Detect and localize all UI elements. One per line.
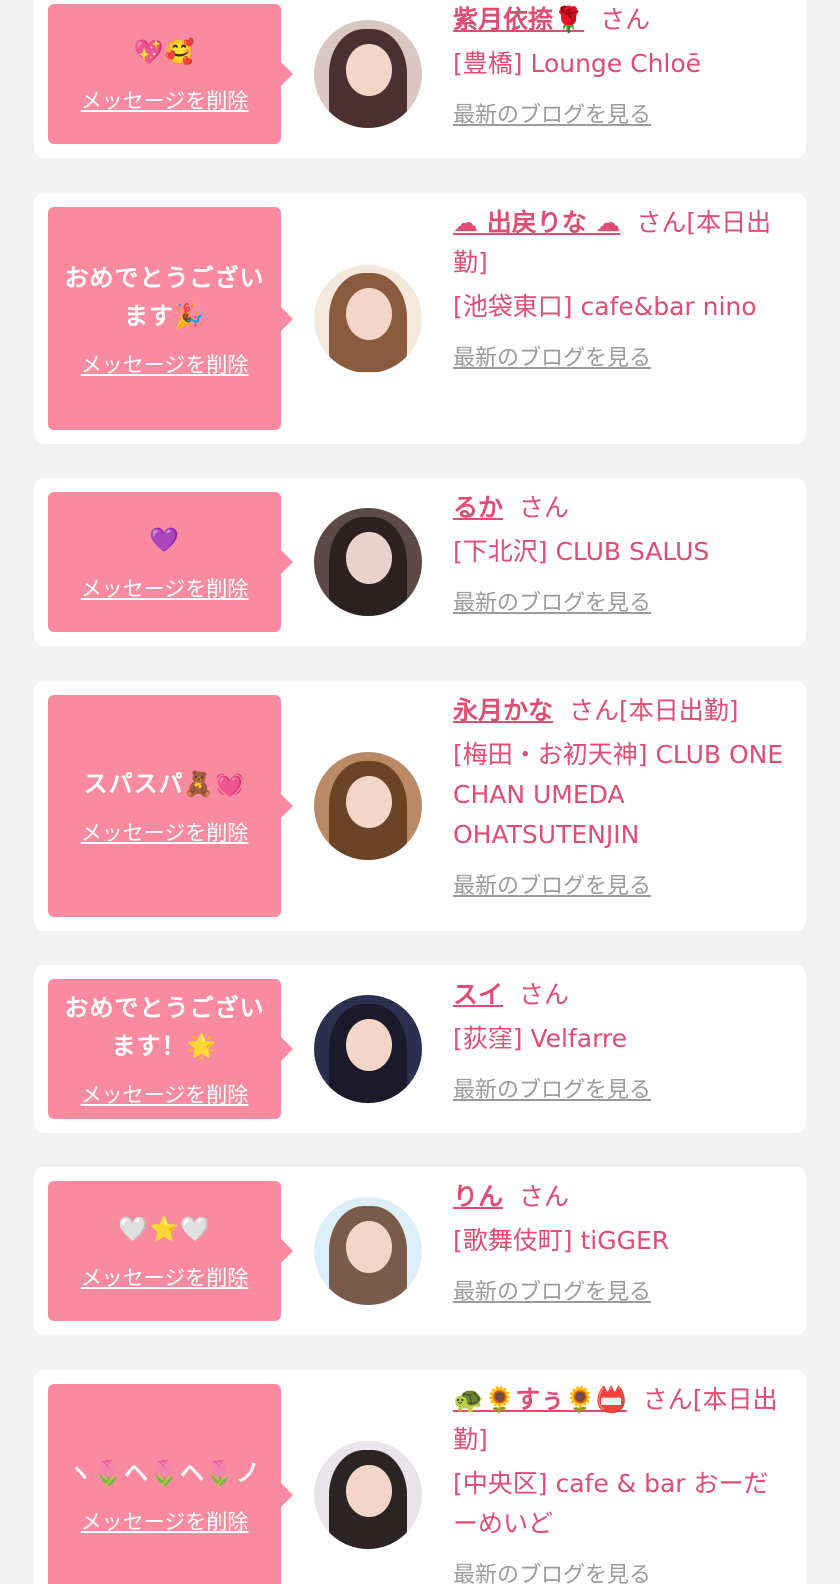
honorific: さん[本日出勤] (569, 696, 739, 725)
message-text: スパスパ🧸💓 (83, 770, 246, 798)
honorific: さん (519, 1182, 570, 1211)
profile-info: スイ さん [荻窪] Velfarre 最新のブログを見る (453, 975, 788, 1111)
avatar[interactable] (314, 20, 422, 128)
profile-name-link[interactable]: るか (453, 493, 503, 522)
message-text: 💖🥰 (133, 38, 196, 66)
profile-info: るか さん [下北沢] CLUB SALUS 最新のブログを見る (453, 488, 788, 624)
delete-message-link[interactable]: メッセージを削除 (81, 1506, 249, 1536)
delete-message-link[interactable]: メッセージを削除 (81, 85, 249, 115)
message-bubble: ヽ🌷ヘ🌷ヘ🌷ノ メッセージを削除 (48, 1384, 293, 1584)
profile-name-link[interactable]: りん (453, 1182, 503, 1211)
message-bubble: おめでとうございます！🌟 メッセージを削除 (48, 979, 293, 1119)
shop-name: [中央区] cafe & bar おーだーめいど (453, 1469, 769, 1538)
delete-message-link[interactable]: メッセージを削除 (81, 1262, 249, 1292)
message-text: 💜 (149, 526, 180, 554)
message-text: おめでとうございます🎉 (64, 263, 265, 330)
honorific: さん (519, 493, 570, 522)
list-item: ヽ🌷ヘ🌷ヘ🌷ノ メッセージを削除 🐢🌻すぅ🌻📛 さん[本日出勤] [中央区] ca… (34, 1370, 806, 1584)
list-item: おめでとうございます🎉 メッセージを削除 ☁ 出戻りな ☁ さん[本日出勤] [池… (34, 193, 806, 444)
delete-message-link[interactable]: メッセージを削除 (81, 817, 249, 847)
avatar[interactable] (314, 1197, 422, 1305)
message-text: 🤍⭐🤍 (118, 1215, 211, 1243)
profile-name-link[interactable]: スイ (453, 980, 503, 1009)
message-list: 💖🥰 メッセージを削除 紫月依捺🌹 さん [豊橋] Lounge Chloē 最新… (0, 0, 840, 1584)
shop-name: [豊橋] Lounge Chloē (453, 49, 702, 78)
latest-blog-link[interactable]: 最新のブログを見る (453, 867, 651, 907)
profile-name-link[interactable]: 紫月依捺🌹 (453, 5, 584, 34)
list-item: おめでとうございます！🌟 メッセージを削除 スイ さん [荻窪] Velfarre… (34, 965, 806, 1133)
profile-info: りん さん [歌舞伎町] tiGGER 最新のブログを見る (453, 1177, 788, 1313)
avatar[interactable] (314, 1441, 422, 1549)
profile-info: 永月かな さん[本日出勤] [梅田・お初天神] CLUB ONE CHAN UME… (453, 691, 788, 907)
message-bubble: 💜 メッセージを削除 (48, 492, 293, 632)
profile-name-link[interactable]: 永月かな (453, 696, 553, 725)
shop-name: [歌舞伎町] tiGGER (453, 1226, 670, 1255)
message-text: おめでとうございます！🌟 (64, 994, 265, 1060)
message-bubble: おめでとうございます🎉 メッセージを削除 (48, 207, 293, 430)
avatar[interactable] (314, 264, 422, 373)
shop-name: [池袋東口] cafe&bar nino (453, 292, 757, 321)
profile-name-link[interactable]: ☁ 出戻りな ☁ (453, 208, 620, 237)
avatar[interactable] (314, 508, 422, 616)
list-item: スパスパ🧸💓 メッセージを削除 永月かな さん[本日出勤] [梅田・お初天神] C… (34, 681, 806, 931)
latest-blog-link[interactable]: 最新のブログを見る (453, 584, 651, 624)
message-bubble: 💖🥰 メッセージを削除 (48, 4, 293, 144)
avatar[interactable] (314, 752, 422, 860)
shop-name: [荻窪] Velfarre (453, 1024, 628, 1053)
delete-message-link[interactable]: メッセージを削除 (81, 349, 249, 379)
profile-info: ☁ 出戻りな ☁ さん[本日出勤] [池袋東口] cafe&bar nino 最新… (453, 203, 788, 379)
latest-blog-link[interactable]: 最新のブログを見る (453, 1071, 651, 1111)
list-item: 💜 メッセージを削除 るか さん [下北沢] CLUB SALUS 最新のブログを… (34, 478, 806, 646)
latest-blog-link[interactable]: 最新のブログを見る (453, 339, 651, 379)
message-bubble: スパスパ🧸💓 メッセージを削除 (48, 695, 293, 917)
list-item: 💖🥰 メッセージを削除 紫月依捺🌹 さん [豊橋] Lounge Chloē 最新… (34, 0, 806, 158)
shop-name: [下北沢] CLUB SALUS (453, 537, 710, 566)
profile-info: 🐢🌻すぅ🌻📛 さん[本日出勤] [中央区] cafe & bar おーだーめいど … (453, 1380, 788, 1584)
list-item: 🤍⭐🤍 メッセージを削除 りん さん [歌舞伎町] tiGGER 最新のブログを見… (34, 1167, 806, 1335)
honorific: さん (519, 980, 570, 1009)
latest-blog-link[interactable]: 最新のブログを見る (453, 1273, 651, 1313)
latest-blog-link[interactable]: 最新のブログを見る (453, 1556, 651, 1584)
message-text: ヽ🌷ヘ🌷ヘ🌷ノ (68, 1459, 261, 1487)
latest-blog-link[interactable]: 最新のブログを見る (453, 96, 651, 136)
profile-name-link[interactable]: 🐢🌻すぅ🌻📛 (453, 1385, 627, 1414)
delete-message-link[interactable]: メッセージを削除 (81, 573, 249, 603)
shop-name: [梅田・お初天神] CLUB ONE CHAN UMEDA OHATSUTENJ… (453, 740, 784, 849)
message-bubble: 🤍⭐🤍 メッセージを削除 (48, 1181, 293, 1321)
profile-info: 紫月依捺🌹 さん [豊橋] Lounge Chloē 最新のブログを見る (453, 0, 788, 136)
honorific: さん (600, 5, 651, 34)
delete-message-link[interactable]: メッセージを削除 (81, 1079, 249, 1109)
avatar[interactable] (314, 995, 422, 1103)
